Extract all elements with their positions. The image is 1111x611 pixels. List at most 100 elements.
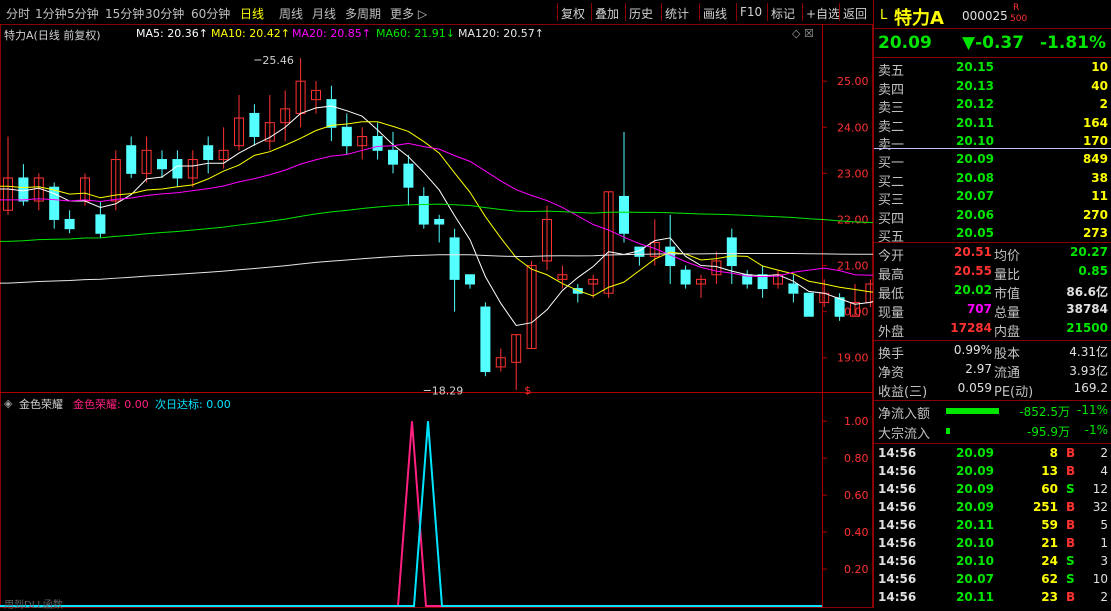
tick-volume: 13 — [1041, 464, 1058, 478]
ind-tick-label: 0.80 — [844, 452, 869, 465]
period-tab-5[interactable]: 60分钟 — [191, 5, 230, 22]
finance-value: 0.059 — [957, 381, 992, 395]
finance-value: 169.2 — [1073, 381, 1108, 395]
tick-side: B — [1066, 500, 1076, 514]
period-tab-0[interactable]: 分时 — [6, 5, 30, 22]
finance-label: 收益(三) — [878, 385, 928, 400]
candle-up — [865, 283, 873, 303]
toolbar-button-5[interactable]: F10 — [740, 5, 762, 19]
finance-label: 股本 — [994, 347, 1021, 362]
tick-volume: 8 — [1049, 446, 1058, 460]
tick-count: 4 — [1100, 464, 1108, 478]
stat-label: 最高 — [878, 268, 905, 283]
finance-value: 0.99% — [953, 343, 992, 357]
book-label: 卖五 — [878, 64, 905, 79]
tick-side: B — [1066, 590, 1076, 604]
stat-label: 现量 — [878, 306, 905, 321]
y-tick-label: 23.00 — [837, 167, 869, 180]
tick-time: 14:56 — [878, 500, 917, 514]
y-tick-label: 19.00 — [837, 352, 869, 365]
book-label: 买四 — [878, 211, 905, 227]
period-tab-10[interactable]: 更多 ▷ — [390, 5, 427, 22]
stock-name: 特力A — [894, 8, 944, 29]
tick-time: 14:56 — [878, 572, 917, 586]
tick-count: 3 — [1100, 554, 1108, 568]
toolbar-button-8[interactable]: 返回 — [843, 5, 867, 22]
indicator-value-2: 次日达标: 0.00 — [155, 398, 231, 411]
period-tab-3[interactable]: 15分钟 — [105, 5, 144, 22]
period-tab-6[interactable]: 日线 — [240, 5, 264, 22]
toolbar-button-2[interactable]: 历史 — [629, 5, 653, 22]
candle-down — [95, 214, 106, 234]
toolbar-button-1[interactable]: 叠加 — [595, 5, 619, 22]
book-label: 卖三 — [878, 101, 905, 116]
tick-side: B — [1066, 446, 1076, 460]
book-price: 20.06 — [956, 207, 994, 222]
period-tab-2[interactable]: 5分钟 — [67, 5, 99, 22]
book-price: 20.13 — [956, 78, 994, 93]
stock-code: 000025 — [962, 9, 1008, 23]
finance-label: 换手 — [878, 347, 905, 362]
candle-down — [418, 195, 429, 225]
tick-price: 20.11 — [956, 518, 994, 532]
indicator-series-0 — [0, 421, 822, 607]
book-volume: 40 — [1091, 78, 1108, 93]
flow-pct: -11% — [1076, 403, 1108, 417]
tick-side: S — [1066, 482, 1075, 496]
tick-count: 12 — [1092, 482, 1108, 496]
stat-value: 20.27 — [1070, 245, 1108, 259]
y-tick-label: 21.00 — [837, 260, 869, 273]
candle-down — [726, 237, 737, 267]
flow-label: 净流入额 — [878, 407, 931, 422]
book-price: 20.05 — [956, 226, 994, 240]
stat-value: 20.51 — [954, 245, 992, 259]
candle-down — [388, 149, 398, 165]
book-price: 20.11 — [956, 115, 994, 130]
stat-value: 86.6亿 — [1066, 285, 1108, 299]
candle-down — [449, 237, 460, 280]
stat-label: 量比 — [994, 268, 1021, 283]
period-tab-9[interactable]: 多周期 — [345, 5, 381, 22]
book-price: 20.10 — [956, 134, 994, 148]
period-tab-1[interactable]: 1分钟 — [35, 5, 67, 22]
ind-tick-label: 0.40 — [844, 526, 869, 539]
ind-tick-label: 0.60 — [844, 489, 869, 502]
tick-time: 14:56 — [878, 482, 917, 496]
tick-price: 20.11 — [956, 590, 994, 604]
book-volume: 170 — [1082, 134, 1108, 148]
toolbar-button-0[interactable]: 复权 — [561, 5, 585, 22]
toolbar-button-7[interactable]: +自选 — [806, 5, 840, 22]
badge-top: R — [1013, 3, 1020, 13]
tick-side: S — [1066, 572, 1075, 586]
period-tab-4[interactable]: 30分钟 — [145, 5, 184, 22]
flow-pct: -1% — [1084, 423, 1108, 437]
candle-down — [619, 195, 629, 234]
tick-volume: 23 — [1041, 590, 1058, 604]
candle-down — [64, 218, 75, 230]
toolbar-button-6[interactable]: 标记 — [771, 5, 795, 22]
collapse-icon[interactable]: ◈ — [4, 397, 12, 410]
last-price: 20.09 — [878, 33, 932, 53]
price-change: ▼-0.37 — [962, 33, 1025, 53]
price-change-pct: -1.81% — [1040, 33, 1107, 53]
candle-down — [157, 159, 167, 170]
indicator-name[interactable]: 金色荣耀 — [19, 396, 63, 412]
flow-value: -95.9万 — [1026, 425, 1070, 439]
toolbar-button-4[interactable]: 画线 — [703, 5, 727, 22]
candle-down — [834, 297, 845, 317]
candle-down — [341, 126, 352, 147]
candle-down — [403, 163, 414, 188]
tick-volume: 60 — [1041, 482, 1058, 496]
stat-label: 最低 — [878, 287, 905, 302]
ma120-line — [0, 252, 873, 284]
period-tab-8[interactable]: 月线 — [312, 5, 336, 22]
annotation-label: 25.46 — [262, 54, 294, 67]
toolbar-button-3[interactable]: 统计 — [665, 5, 689, 22]
finance-label: PE(动) — [994, 385, 1034, 400]
finance-value: 3.93亿 — [1069, 364, 1108, 378]
finance-value: 4.31亿 — [1069, 345, 1108, 359]
period-tab-7[interactable]: 周线 — [279, 5, 303, 22]
candle-down — [680, 269, 691, 285]
book-label: 买三 — [878, 193, 905, 208]
tick-volume: 21 — [1041, 536, 1058, 550]
